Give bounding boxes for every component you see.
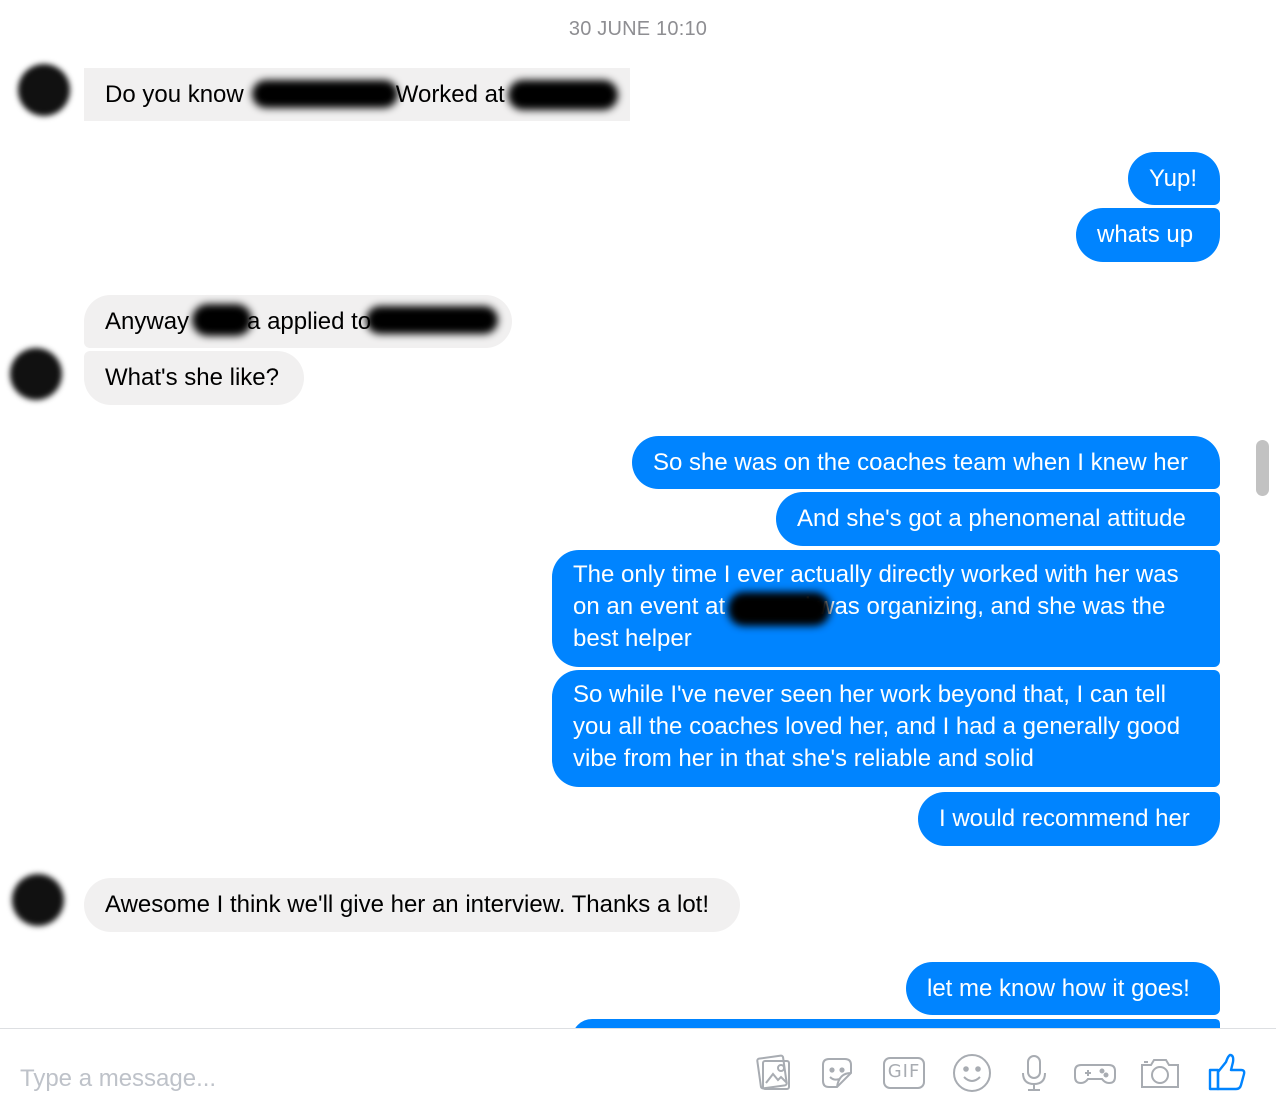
outgoing-message[interactable]: And she's got a phenomenal attitude [776, 492, 1220, 546]
outgoing-message[interactable]: I would recommend her [918, 792, 1220, 846]
message-text: Do you know [105, 81, 244, 108]
thumbs-up-icon[interactable] [1206, 1051, 1250, 1095]
redaction-mark [366, 306, 498, 334]
incoming-message[interactable]: What's she like? [84, 351, 304, 405]
contact-avatar[interactable] [12, 874, 64, 926]
outgoing-message[interactable]: whats up [1076, 208, 1220, 262]
gif-label: GIF [887, 1061, 921, 1082]
outgoing-message[interactable] [572, 1019, 1220, 1028]
message-text: What's she like? [105, 364, 279, 391]
sticker-icon[interactable] [815, 1051, 859, 1095]
emoji-icon[interactable] [950, 1051, 994, 1095]
message-text: So while I've never seen her work beyond… [573, 681, 1181, 772]
gif-icon[interactable]: GIF [882, 1051, 926, 1095]
message-text: let me know how it goes! [927, 975, 1190, 1002]
message-text: I would recommend her [939, 805, 1190, 832]
redaction-mark [728, 592, 830, 626]
outgoing-message[interactable]: Yup! [1128, 152, 1220, 205]
incoming-message[interactable]: Awesome I think we'll give her an interv… [84, 878, 740, 932]
camera-icon[interactable] [1138, 1051, 1182, 1095]
microphone-icon[interactable] [1012, 1051, 1056, 1095]
contact-avatar[interactable] [10, 348, 62, 400]
message-text: So she was on the coaches team when I kn… [653, 449, 1188, 476]
redaction-mark [192, 304, 252, 336]
redaction-mark [252, 80, 398, 108]
message-text: Worked at [395, 81, 505, 108]
message-text: a applied to [247, 308, 372, 335]
scrollbar-thumb[interactable] [1256, 440, 1269, 496]
message-text: And she's got a phenomenal attitude [797, 505, 1186, 532]
contact-avatar[interactable] [18, 64, 70, 116]
outgoing-message[interactable]: let me know how it goes! [906, 962, 1220, 1015]
outgoing-message[interactable]: The only time I ever actually directly w… [552, 550, 1220, 667]
message-text: Anyway [105, 308, 190, 335]
date-timestamp: 30 JUNE 10:10 [568, 18, 708, 40]
message-text: Yup! [1149, 165, 1198, 192]
outgoing-message[interactable]: So she was on the coaches team when I kn… [632, 436, 1220, 489]
photo-icon[interactable] [751, 1051, 795, 1095]
game-controller-icon[interactable] [1073, 1051, 1117, 1095]
message-input[interactable] [20, 1064, 620, 1094]
message-text: Awesome I think we'll give her an interv… [105, 891, 709, 918]
outgoing-message[interactable]: So while I've never seen her work beyond… [552, 670, 1220, 787]
message-composer: GIF [0, 1029, 1276, 1106]
redaction-mark [508, 80, 618, 110]
message-text: whats up [1097, 221, 1194, 248]
message-thread[interactable]: 30 JUNE 10:10 Do you know Worked at Yup! … [0, 0, 1276, 1028]
